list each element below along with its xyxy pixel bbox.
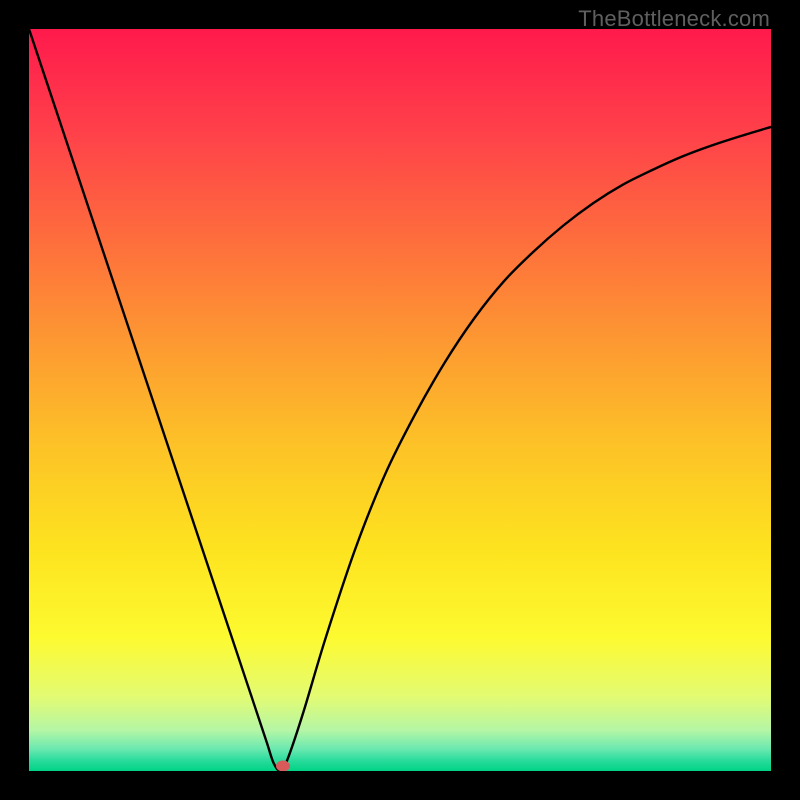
watermark-text: TheBottleneck.com xyxy=(578,6,770,32)
plot-area xyxy=(29,29,771,771)
curve-path xyxy=(29,29,771,771)
optimal-point-marker xyxy=(276,760,290,771)
bottleneck-curve xyxy=(29,29,771,771)
chart-frame: TheBottleneck.com xyxy=(0,0,800,800)
